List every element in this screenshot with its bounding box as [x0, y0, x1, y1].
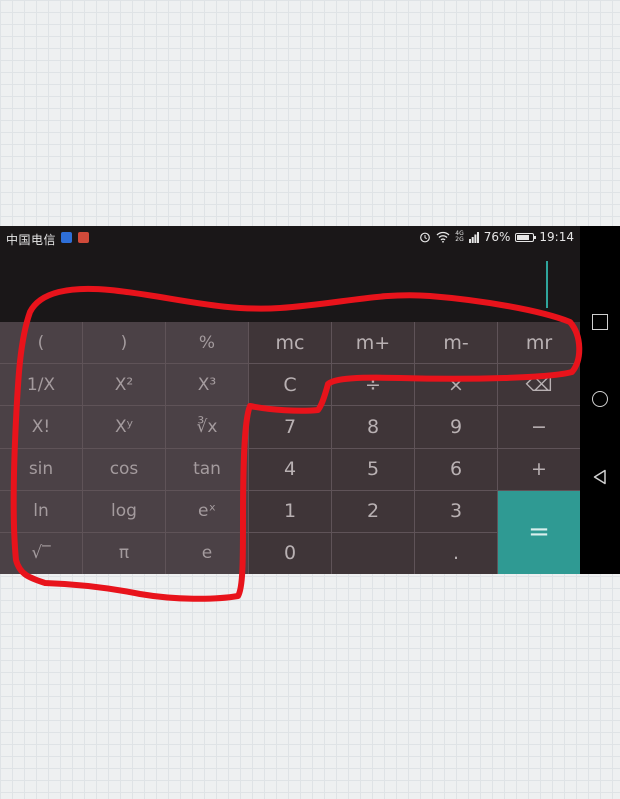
memory-clear-key[interactable]: mc [249, 322, 331, 364]
square-key[interactable]: X² [83, 364, 165, 406]
digit-5-key[interactable]: 5 [332, 448, 414, 490]
power-key[interactable]: Xʸ [83, 406, 165, 448]
back-triangle-icon[interactable] [592, 469, 608, 485]
multiply-key[interactable]: × [415, 364, 497, 406]
status-bar: 中国电信 4G 2G 76% 19:14 [0, 226, 580, 250]
navigation-bar [580, 226, 620, 574]
sin-key[interactable]: sin [0, 448, 82, 490]
close-paren-key[interactable]: ) [83, 322, 165, 364]
percent-key[interactable]: % [166, 322, 248, 364]
phone-screen: 中国电信 4G 2G 76% 19:14 () % mc m+ m- mr 1… [0, 226, 620, 574]
clock: 19:14 [539, 230, 574, 244]
reciprocal-key[interactable]: 1/X [0, 364, 82, 406]
digit-4-key[interactable]: 4 [249, 448, 331, 490]
battery-percentage: 76% [483, 230, 511, 244]
ln-key[interactable]: ln [0, 490, 82, 532]
digit-7-key[interactable]: 7 [249, 406, 331, 448]
decimal-key[interactable]: . [415, 532, 497, 574]
log-key[interactable]: log [83, 490, 165, 532]
equals-key[interactable]: = [498, 490, 580, 574]
open-paren-key[interactable]: ( [0, 322, 82, 364]
digit-9-key[interactable]: 9 [415, 406, 497, 448]
tan-key[interactable]: tan [166, 448, 248, 490]
network-type: 4G 2G [455, 231, 463, 243]
home-circle-icon[interactable] [592, 391, 608, 407]
sqrt-key[interactable]: √‾ [0, 532, 82, 574]
digit-1-key[interactable]: 1 [249, 490, 331, 532]
pi-key[interactable]: π [83, 532, 165, 574]
text-cursor [546, 261, 548, 308]
network-type-2g: 2G [455, 236, 464, 243]
cube-key[interactable]: X³ [166, 364, 248, 406]
shield-icon [61, 232, 72, 243]
e-key[interactable]: e [166, 532, 248, 574]
memory-add-key[interactable]: m+ [332, 322, 414, 364]
plus-key[interactable]: + [498, 448, 580, 490]
alarm-icon [420, 232, 431, 243]
recents-square-icon[interactable] [592, 314, 608, 330]
backspace-key[interactable]: ⌫ [498, 364, 580, 406]
digit-6-key[interactable]: 6 [415, 448, 497, 490]
blank-key [332, 532, 414, 574]
minus-key[interactable]: − [498, 406, 580, 448]
app-notification-icon [78, 232, 89, 243]
clear-key[interactable]: C [249, 364, 331, 406]
signal-icon [468, 231, 479, 243]
memory-subtract-key[interactable]: m- [415, 322, 497, 364]
digit-8-key[interactable]: 8 [332, 406, 414, 448]
divide-key[interactable]: ÷ [332, 364, 414, 406]
digit-3-key[interactable]: 3 [415, 490, 497, 532]
digit-0-key[interactable]: 0 [249, 532, 331, 574]
memory-recall-key[interactable]: mr [498, 322, 580, 364]
exp-key[interactable]: eˣ [166, 490, 248, 532]
cos-key[interactable]: cos [83, 448, 165, 490]
calculator-display[interactable] [0, 250, 580, 322]
calculator-keypad: ()% mc m+ m-mr 1/X X² X³ C ÷ × ⌫ X! Xʸ ∛x 7 8 9− sin cos ta… [0, 322, 580, 574]
carrier-name: 中国电信 [6, 233, 57, 247]
cube-root-key[interactable]: ∛x [166, 406, 248, 448]
factorial-key[interactable]: X! [0, 406, 82, 448]
status-icons: 4G 2G 76% 19:14 [419, 230, 574, 244]
battery-icon [515, 232, 537, 242]
digit-2-key[interactable]: 2 [332, 490, 414, 532]
wifi-icon [436, 231, 450, 243]
